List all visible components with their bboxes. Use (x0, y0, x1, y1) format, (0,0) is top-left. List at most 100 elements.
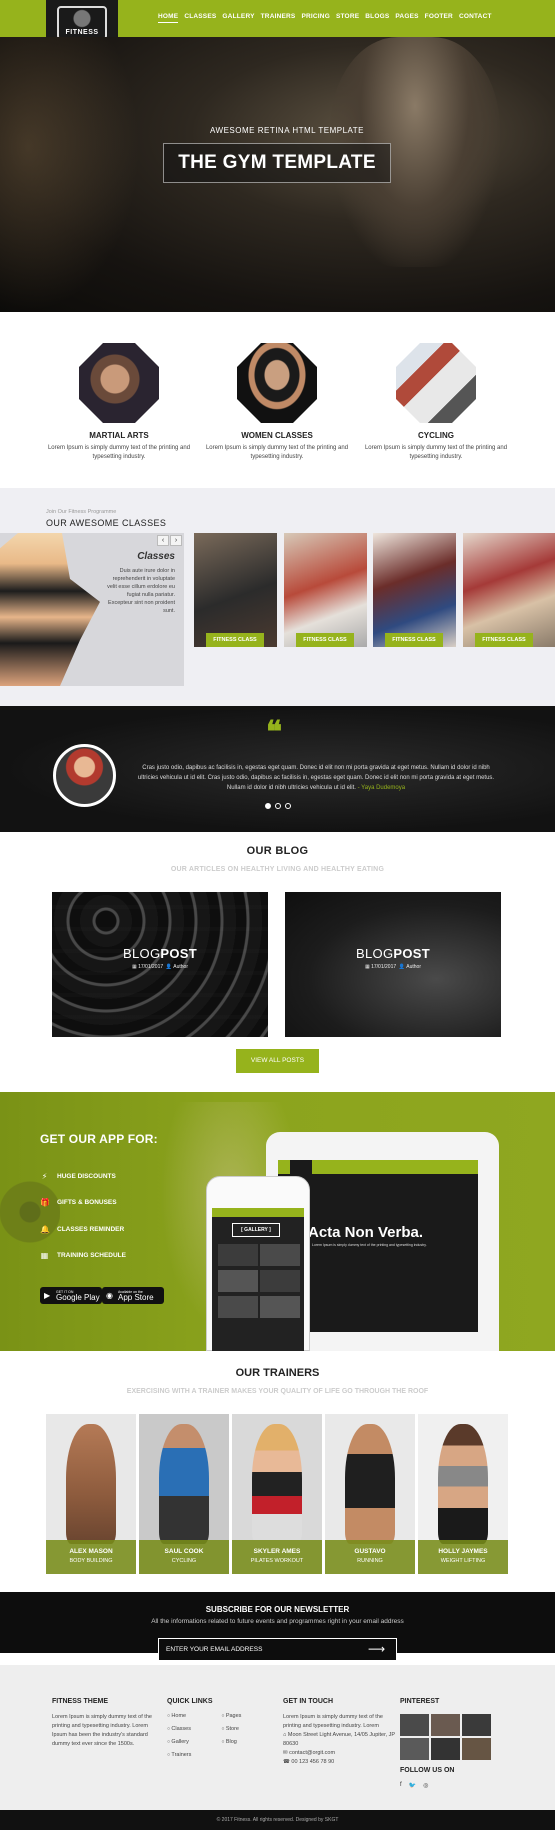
blog-post-caption: BLOGPOST ▦ 17/01/2017 👤 Author (52, 946, 268, 970)
blog-post-meta: ▦ 17/01/2017 👤 Author (131, 964, 188, 970)
menu-item-footer[interactable]: FOOTER (425, 13, 453, 23)
footer-email[interactable]: ✉ contact@orgit.com (283, 1749, 395, 1758)
play-store-icon: ▶ (44, 1291, 51, 1300)
arrow-right-icon[interactable]: ⟶ (368, 1642, 385, 1656)
app-feature: ⚡ HUGE DISCOUNTS (40, 1172, 116, 1181)
pinterest-thumb[interactable] (400, 1738, 429, 1760)
footer-link[interactable]: Store (221, 1726, 241, 1732)
phone-gallery-title: [ GALLERY ] (232, 1223, 280, 1237)
feature-women-classes: WOMEN CLASSES Lorem Ipsum is simply dumm… (202, 343, 352, 462)
footer-link[interactable]: Blog (221, 1739, 241, 1745)
chevron-right-icon[interactable]: › (170, 535, 182, 546)
bell-icon: 🔔 (40, 1225, 50, 1234)
footer-link[interactable]: Pages (221, 1713, 242, 1719)
facebook-icon[interactable]: f (400, 1782, 402, 1789)
trainer-caption: SAUL COOK CYCLING (139, 1540, 229, 1574)
pinterest-thumb[interactable] (400, 1714, 429, 1736)
testimonial-pagination (265, 803, 291, 809)
calendar-icon: ▦ (40, 1251, 49, 1260)
trainer-card[interactable]: HOLLY JAYMES WEIGHT LIFTING (418, 1414, 508, 1574)
footer-link[interactable]: Gallery (167, 1739, 191, 1745)
bolt-icon: ⚡ (41, 1172, 48, 1181)
trainer-name: ALEX MASON (69, 1548, 113, 1555)
chevron-left-icon[interactable]: ‹ (157, 535, 169, 546)
trainer-card[interactable]: GUSTAVO RUNNING (325, 1414, 415, 1574)
menu-item-pricing[interactable]: PRICING (301, 13, 330, 23)
trainer-card[interactable]: SKYLER AMES PILATES WORKOUT (232, 1414, 322, 1574)
footer-link[interactable]: Home (167, 1713, 191, 1719)
pinterest-thumb[interactable] (431, 1738, 460, 1760)
trainer-name: SAUL COOK (164, 1548, 204, 1555)
class-card[interactable]: FITNESS CLASS (373, 533, 456, 647)
instagram-icon[interactable]: ◎ (423, 1782, 428, 1789)
blog-post-card[interactable]: BLOGPOST ▦ 17/01/2017 👤 Author (285, 892, 501, 1037)
footer-phone: ☎ 00 123 456 78 90 (283, 1758, 395, 1767)
footer-link[interactable]: Classes (167, 1726, 191, 1732)
tablet-text: Lorem Ipsum is simply dummy text of the … (312, 1243, 427, 1247)
copyright-bar: © 2017 Fitness. All rights reserved. Des… (0, 1810, 555, 1830)
pinterest-thumb[interactable] (462, 1714, 491, 1736)
hero-title: THE GYM TEMPLATE (163, 143, 391, 183)
testimonial-author: - Yaya Dudemoya (357, 785, 406, 791)
footer-link[interactable]: Trainers (167, 1752, 191, 1758)
pinterest-thumb[interactable] (462, 1738, 491, 1760)
google-play-badge[interactable]: ▶ GET IT ON Google Play (40, 1287, 102, 1304)
menu-item-pages[interactable]: PAGES (395, 13, 418, 23)
class-card-label: FITNESS CLASS (475, 633, 533, 647)
gift-icon: 🎁 (40, 1198, 50, 1207)
menu-item-classes[interactable]: CLASSES (184, 13, 216, 23)
class-card[interactable]: FITNESS CLASS (284, 533, 367, 647)
quote-icon: ❝ (266, 715, 283, 750)
feature-text: Lorem Ipsum is simply dummy text of the … (205, 445, 349, 460)
trainer-name: GUSTAVO (354, 1548, 386, 1555)
pagination-dot[interactable] (265, 803, 271, 809)
menu-item-contact[interactable]: CONTACT (459, 13, 492, 23)
feature-text: Lorem Ipsum is simply dummy text of the … (364, 445, 508, 460)
footer-links-title: QUICK LINKS (167, 1698, 213, 1705)
newsletter-text: All the informations related to future e… (151, 1618, 404, 1625)
feature-image (237, 343, 317, 423)
feature-cycling: CYCLING Lorem Ipsum is simply dummy text… (361, 343, 511, 462)
menu-item-gallery[interactable]: GALLERY (222, 13, 254, 23)
pagination-dot[interactable] (275, 803, 281, 809)
menu-item-trainers[interactable]: TRAINERS (261, 13, 296, 23)
email-field[interactable]: ENTER YOUR EMAIL ADDRESS (158, 1638, 397, 1661)
pinterest-thumb[interactable] (431, 1714, 460, 1736)
pagination-dot[interactable] (285, 803, 291, 809)
class-card[interactable]: FITNESS CLASS (194, 533, 277, 647)
class-card[interactable]: FITNESS CLASS (463, 533, 555, 647)
trainer-card[interactable]: ALEX MASON BODY BUILDING (46, 1414, 136, 1574)
footer-email-text: contact@orgit.com (289, 1750, 336, 1756)
tablet-headline: Acta Non Verba. (308, 1224, 424, 1241)
app-store-badge[interactable]: ◉ Available on the App Store (102, 1287, 164, 1304)
google-play-text: Google Play (56, 1292, 100, 1302)
hero-glow (0, 37, 140, 312)
trainer-name: HOLLY JAYMES (438, 1548, 488, 1555)
menu-item-blogs[interactable]: BLOGS (365, 13, 389, 23)
trainers-title: OUR TRAINERS (235, 1367, 320, 1379)
blog-post-title: BLOGPOST (285, 946, 501, 961)
app-feature: 🔔 CLASSES REMINDER (40, 1225, 124, 1234)
blog-post-title-light: BLOG (123, 946, 161, 961)
trainer-role: BODY BUILDING (69, 1558, 113, 1564)
trainer-role: RUNNING (357, 1558, 383, 1564)
trainer-photo (345, 1424, 395, 1544)
menu-item-store[interactable]: STORE (336, 13, 359, 23)
view-all-posts-button[interactable]: VIEW ALL POSTS (236, 1049, 319, 1073)
twitter-icon[interactable]: 🐦 (409, 1782, 416, 1789)
feature-image (396, 343, 476, 423)
footer-address-text: Moon Street Light Avenue, 14/05 Jupiter,… (283, 1732, 395, 1747)
app-feature-label: GIFTS & BONUSES (57, 1199, 117, 1206)
menu-item-home[interactable]: HOME (158, 13, 179, 23)
blog-post-card[interactable]: BLOGPOST ▦ 17/01/2017 👤 Author (52, 892, 268, 1037)
app-feature-label: HUGE DISCOUNTS (57, 1173, 116, 1180)
blog-subtitle: OUR ARTICLES ON HEALTHY LIVING AND HEALT… (170, 866, 385, 873)
app-feature-label: CLASSES REMINDER (57, 1226, 125, 1233)
trainer-card[interactable]: SAUL COOK CYCLING (139, 1414, 229, 1574)
social-links: f 🐦 ◎ (400, 1782, 428, 1789)
trainer-caption: ALEX MASON BODY BUILDING (46, 1540, 136, 1574)
trainer-name: SKYLER AMES (253, 1548, 301, 1555)
phone-gallery-thumb (218, 1244, 258, 1266)
logo-mark: FITNESS (57, 6, 107, 40)
classes-pretitle: Join Our Fitness Programme (46, 509, 117, 515)
